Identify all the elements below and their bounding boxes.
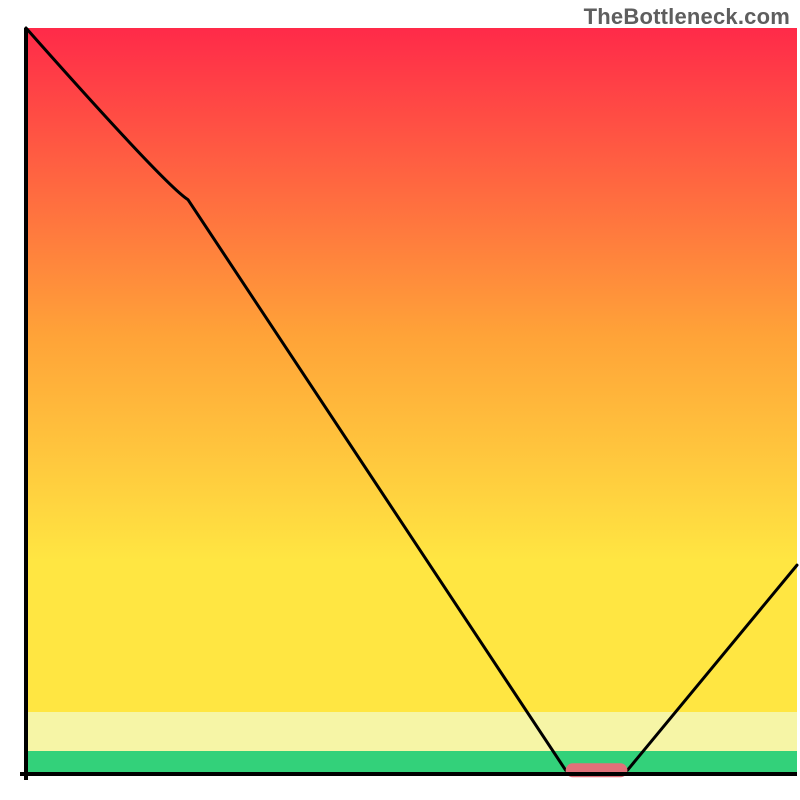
green-band xyxy=(26,751,797,774)
chart-container: TheBottleneck.com xyxy=(0,0,800,800)
plot-area xyxy=(26,28,797,777)
bottleneck-curve-chart xyxy=(0,0,800,800)
gradient-background xyxy=(26,28,797,712)
pale-band xyxy=(26,712,797,751)
